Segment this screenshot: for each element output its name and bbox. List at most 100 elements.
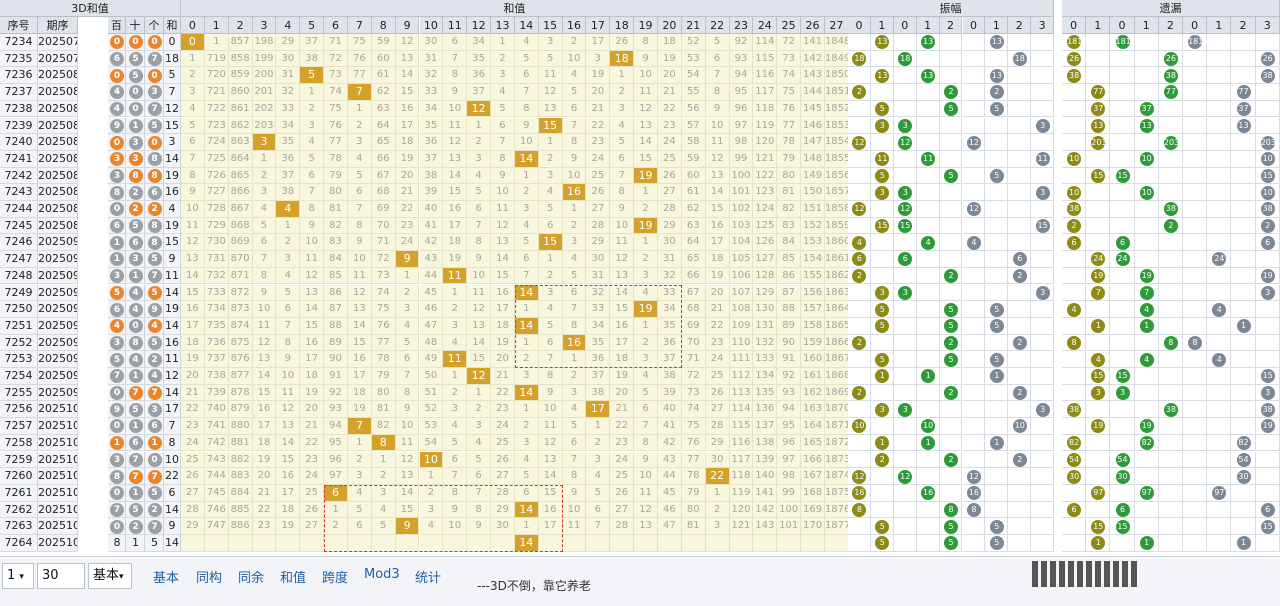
digit-ball: 4 <box>147 369 162 384</box>
yilou-cell <box>1207 368 1232 385</box>
nav-tongji[interactable]: 统计 <box>415 567 441 586</box>
sum-miss-cell: 864 <box>228 150 253 168</box>
row-issue: 2025106 <box>38 501 78 519</box>
digit-ball: 5 <box>128 402 143 417</box>
nav-tonggou[interactable]: 同构 <box>196 567 222 586</box>
row-issue: 2025085 <box>38 150 78 168</box>
sum-miss-cell: 81 <box>681 518 706 535</box>
sum-miss-cell: 1874 <box>824 468 849 485</box>
nav-tongyu[interactable]: 同余 <box>238 567 264 586</box>
sum-miss-cell: 1 <box>634 317 658 335</box>
sum-miss-cell: 65 <box>371 134 396 151</box>
mode-select[interactable]: 基本▾ <box>88 563 132 589</box>
digit-ball: 1 <box>132 536 139 550</box>
sum-miss-cell: 4 <box>514 451 539 469</box>
sum-miss-cell <box>586 535 611 552</box>
sum-hit-cell: 5 <box>300 67 325 85</box>
zhenfu-marker: 8 <box>966 502 981 517</box>
sum-miss-cell: 73 <box>681 384 706 402</box>
digit-ball: 5 <box>110 285 124 300</box>
sum-miss-cell: 3 <box>562 234 587 252</box>
sum-miss-cell: 2 <box>371 468 396 485</box>
header-sum-22: 22 <box>705 17 730 34</box>
yilou-marker: 37 <box>1139 102 1154 117</box>
zhenfu-marker: 5 <box>989 319 1004 334</box>
zhenfu-cell <box>893 234 917 252</box>
sum-miss-cell: 8 <box>467 501 492 519</box>
sum-hit-cell: 11 <box>443 267 468 285</box>
header-sum-16: 16 <box>562 17 587 34</box>
zhenfu-cell <box>962 167 986 185</box>
sum-miss-cell: 5 <box>443 434 468 452</box>
zhenfu-marker: 2 <box>944 335 959 350</box>
yilou-cell <box>1231 34 1256 51</box>
yilou-cell <box>1183 301 1208 318</box>
sum-miss-cell: 3 <box>634 267 658 285</box>
page-select[interactable]: 1 ▾ <box>2 563 34 589</box>
sum-miss-cell: 164 <box>801 418 825 435</box>
sum-miss-cell: 8 <box>443 484 468 502</box>
sum-miss-cell: 21 <box>586 100 611 118</box>
sum-miss-cell: 80 <box>324 184 348 201</box>
digit-cell: 8 <box>126 167 145 185</box>
sum-miss-cell: 21 <box>610 401 635 419</box>
sum-miss-cell: 1872 <box>824 434 849 452</box>
zhenfu-marker: 3 <box>898 185 913 200</box>
digit-cell: 3 <box>126 134 145 151</box>
sum-miss-cell <box>729 535 754 552</box>
yilou-cell <box>1110 67 1135 85</box>
yilou-marker: 97 <box>1139 486 1154 501</box>
sum-miss-cell: 15 <box>538 484 563 502</box>
row-seq: 7252 <box>0 334 38 352</box>
nav-jiben[interactable]: 基本 <box>153 567 179 586</box>
sum-miss-cell: 9 <box>347 234 372 252</box>
sum-miss-cell: 1 <box>538 251 563 268</box>
sum-miss-cell: 83 <box>324 234 348 252</box>
nav-hezhi[interactable]: 和值 <box>280 567 306 586</box>
sum-miss-cell: 6 <box>705 50 730 68</box>
yilou-cell <box>1183 284 1208 302</box>
yilou-cell <box>1183 100 1208 118</box>
sum-miss-cell: 200 <box>252 67 277 85</box>
count-input[interactable]: 30 <box>37 563 85 589</box>
sum-miss-cell: 98 <box>729 134 754 151</box>
nav-mod3[interactable]: Mod3 <box>364 567 400 582</box>
sum-miss-cell: 721 <box>204 84 229 101</box>
sum-miss-cell: 4 <box>514 34 539 51</box>
yilou-cell <box>1183 518 1208 535</box>
sum-miss-cell: 7 <box>562 117 587 135</box>
sum-miss-cell: 728 <box>204 201 229 218</box>
sum-miss-cell: 4 <box>538 301 563 318</box>
sum-miss-cell: 1877 <box>824 518 849 535</box>
digit-ball: 4 <box>147 319 162 334</box>
digit-ball: 3 <box>110 152 124 167</box>
sum-miss-cell: 53 <box>681 50 706 68</box>
digit-ball: 2 <box>147 502 162 517</box>
row-seq: 7242 <box>0 167 38 185</box>
sum-miss-cell: 10 <box>562 501 587 519</box>
yilou-cell <box>1134 518 1159 535</box>
sum-miss-cell: 36 <box>658 334 682 352</box>
row-sum: 14 <box>164 150 181 168</box>
digit-ball: 0 <box>110 419 124 434</box>
digit-cell: 0 <box>108 518 126 535</box>
row-sum: 6 <box>164 484 181 502</box>
sum-miss-cell: 1876 <box>824 501 849 519</box>
sum-miss-cell: 4 <box>562 401 587 419</box>
sum-miss-cell: 22 <box>300 434 325 452</box>
nav-kuadu[interactable]: 跨度 <box>322 567 348 586</box>
digit-cell: 5 <box>145 535 164 552</box>
sum-miss-cell: 14 <box>705 184 730 201</box>
sum-hit-cell: 16 <box>562 334 587 352</box>
row-issue: 2025097 <box>38 351 78 368</box>
sum-miss-cell: 19 <box>658 50 682 68</box>
sum-miss-cell: 63 <box>371 100 396 118</box>
sum-miss-cell: 725 <box>204 150 229 168</box>
header-sum-17: 17 <box>586 17 611 34</box>
row-sum: 15 <box>164 117 181 135</box>
sum-miss-cell: 133 <box>753 351 778 368</box>
yilou-cell <box>1110 401 1135 419</box>
sum-miss-cell: 28 <box>705 418 730 435</box>
sum-miss-cell <box>658 535 682 552</box>
sum-miss-cell: 124 <box>753 201 778 218</box>
